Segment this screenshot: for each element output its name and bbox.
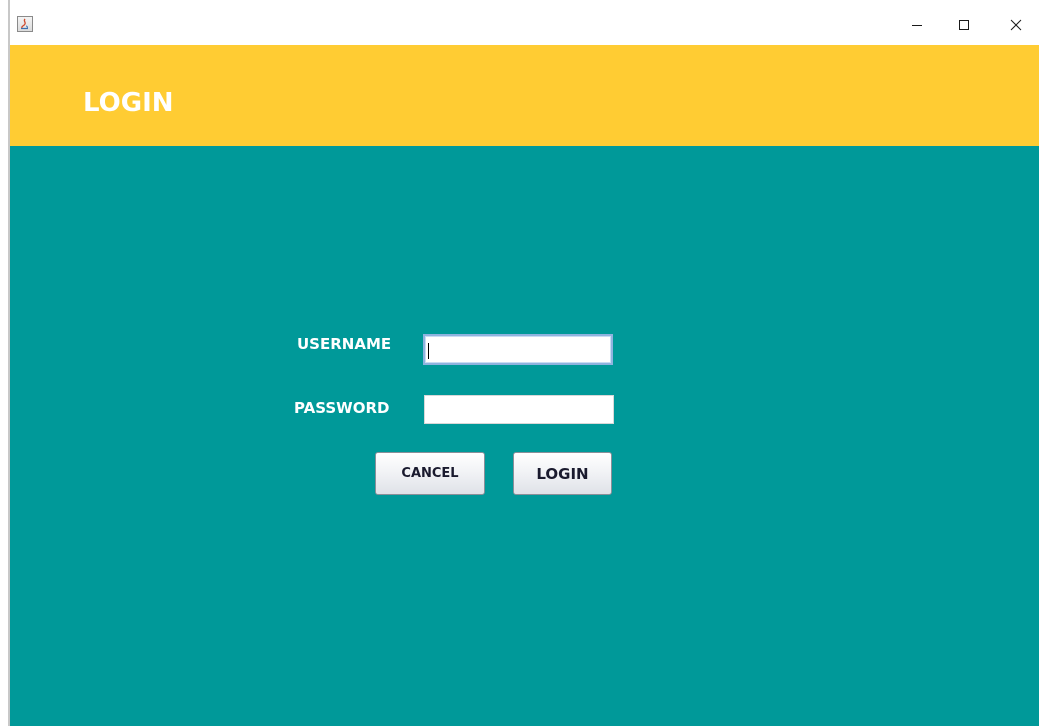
login-window: LOGIN USERNAME PASSWORD CANCEL LOGIN: [0, 0, 1039, 726]
title-bar: [0, 0, 1039, 45]
close-button[interactable]: [996, 10, 1036, 40]
close-icon: [1010, 19, 1022, 31]
login-form-panel: USERNAME PASSWORD CANCEL LOGIN: [10, 146, 1039, 726]
username-label: USERNAME: [297, 335, 392, 353]
header-banner: LOGIN: [10, 45, 1039, 146]
minimize-icon: [912, 25, 922, 26]
username-input[interactable]: [423, 334, 613, 365]
maximize-button[interactable]: [944, 10, 984, 40]
minimize-button[interactable]: [897, 10, 937, 40]
page-title: LOGIN: [83, 88, 174, 118]
java-app-icon[interactable]: [17, 16, 33, 32]
password-label: PASSWORD: [294, 399, 390, 417]
cancel-button[interactable]: CANCEL: [375, 452, 485, 495]
password-input[interactable]: [424, 395, 614, 424]
text-caret: [428, 343, 429, 359]
maximize-icon: [959, 20, 969, 30]
login-button[interactable]: LOGIN: [513, 452, 612, 495]
